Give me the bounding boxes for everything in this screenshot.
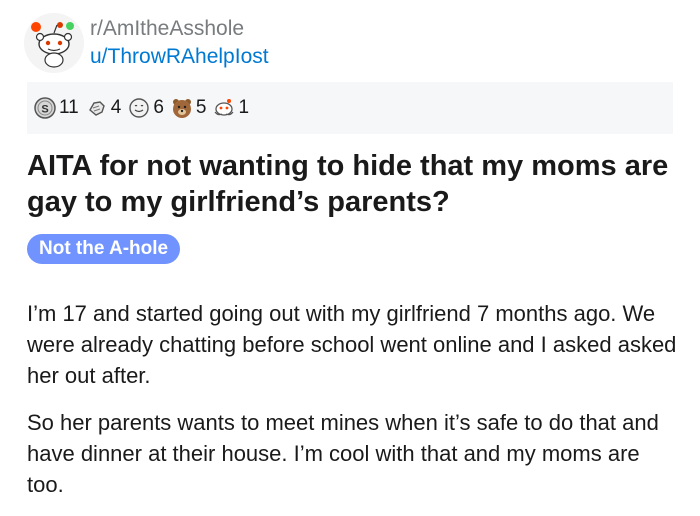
author-username[interactable]: u/ThrowRAhelpIost <box>90 44 269 70</box>
award-count: 1 <box>238 97 250 118</box>
subreddit-avatar[interactable] <box>24 13 84 73</box>
award-count: 6 <box>153 97 164 118</box>
reddit-post: r/AmItheAsshole u/ThrowRAhelpIost S 11 4… <box>0 0 700 516</box>
silver-award-icon: S <box>33 96 57 120</box>
snoo-hug-award-icon <box>212 96 236 120</box>
subreddit-name[interactable]: r/AmItheAsshole <box>90 16 269 42</box>
helpful-award-icon <box>85 96 109 120</box>
post-header: r/AmItheAsshole u/ThrowRAhelpIost <box>24 10 269 76</box>
wholesome-award-icon <box>127 96 151 120</box>
post-meta: r/AmItheAsshole u/ThrowRAhelpIost <box>90 16 269 70</box>
reddit-snoo-icon <box>31 22 74 68</box>
svg-text:S: S <box>41 104 48 116</box>
body-paragraph: I’m 17 and started going out with my gir… <box>27 301 677 388</box>
post-title[interactable]: AITA for not wanting to hide that my mom… <box>27 148 673 220</box>
award-count: 11 <box>59 97 79 118</box>
award-silver[interactable]: S 11 <box>33 96 79 120</box>
post-flair[interactable]: Not the A-hole <box>27 234 181 264</box>
award-wholesome[interactable]: 6 <box>127 96 164 120</box>
body-paragraph: So her parents wants to meet mines when … <box>27 410 659 497</box>
awards-bar[interactable]: S 11 4 6 5 1 <box>27 82 673 134</box>
award-count: 5 <box>195 97 207 118</box>
bear-award-icon <box>170 96 194 120</box>
post-body: I’m 17 and started going out with my gir… <box>27 298 677 516</box>
award-count: 4 <box>110 97 122 118</box>
award-helpful[interactable]: 4 <box>85 96 122 120</box>
award-bear[interactable]: 5 <box>170 96 207 120</box>
award-snoo-hug[interactable]: 1 <box>212 96 249 120</box>
